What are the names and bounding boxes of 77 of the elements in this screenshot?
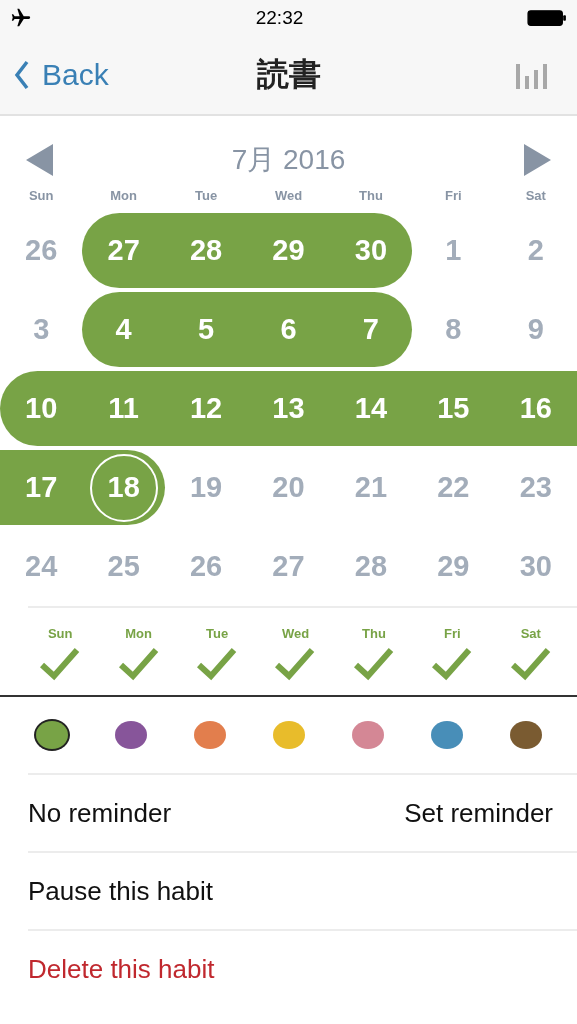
calendar-day[interactable]: 12 — [164, 371, 248, 446]
color-swatch[interactable] — [114, 721, 147, 749]
calendar-day[interactable]: 11 — [82, 371, 165, 446]
checkmark-icon[interactable] — [510, 647, 551, 681]
set-reminder-button[interactable]: Set reminder — [404, 797, 553, 829]
calendar-day[interactable]: 13 — [247, 371, 330, 446]
checkmark-icon[interactable] — [197, 647, 238, 681]
calendar-day[interactable]: 20 — [247, 450, 330, 525]
calendar-day[interactable]: 30 — [329, 213, 413, 288]
weekday-label: Fri — [444, 626, 461, 641]
calendar-day[interactable]: 27 — [247, 529, 330, 604]
checkmark-icon[interactable] — [353, 647, 394, 681]
calendar-day[interactable]: 8 — [412, 292, 495, 367]
weekday-label: Wed — [273, 188, 304, 203]
weekday-label: Tue — [194, 188, 219, 203]
calendar-day[interactable]: 26 — [0, 213, 83, 288]
calendar-day[interactable]: 28 — [329, 529, 413, 604]
calendar-day[interactable]: 18 — [82, 450, 165, 525]
calendar-day[interactable]: 26 — [164, 529, 248, 604]
color-swatch[interactable] — [35, 721, 68, 749]
battery-icon — [527, 9, 567, 27]
calendar-day[interactable]: 22 — [412, 450, 495, 525]
airplane-icon — [10, 7, 32, 29]
calendar-day[interactable]: 1 — [412, 213, 495, 288]
calendar-day[interactable]: 5 — [164, 292, 248, 367]
calendar-day[interactable]: 9 — [494, 292, 577, 367]
calendar-day[interactable]: 7 — [329, 292, 413, 367]
calendar-day[interactable]: 29 — [247, 213, 330, 288]
reminder-status: No reminder — [28, 797, 172, 829]
calendar-day[interactable]: 23 — [494, 450, 577, 525]
calendar-day[interactable]: 17 — [0, 450, 83, 525]
next-month-icon[interactable] — [523, 144, 551, 176]
weekday-label: Sun — [47, 626, 73, 641]
calendar-day[interactable]: 27 — [82, 213, 165, 288]
calendar-day[interactable]: 21 — [329, 450, 413, 525]
calendar-day[interactable]: 6 — [247, 292, 330, 367]
habit-action[interactable]: Pause this habit — [28, 875, 213, 907]
weekday-label: Mon — [125, 626, 152, 641]
calendar-day[interactable]: 24 — [0, 529, 83, 604]
weekday-label: Sun — [27, 188, 55, 203]
weekday-label: Wed — [281, 626, 310, 641]
calendar-day[interactable]: 4 — [82, 292, 165, 367]
weekday-label: Thu — [362, 626, 386, 641]
checkmark-icon[interactable] — [432, 647, 473, 681]
weekday-label: Mon — [109, 188, 138, 203]
calendar-day[interactable]: 15 — [412, 371, 495, 446]
back-button[interactable]: Back — [14, 58, 109, 92]
calendar-day[interactable]: 19 — [164, 450, 248, 525]
habit-action[interactable]: Delete this habit — [28, 953, 215, 985]
weekday-label: Fri — [444, 188, 463, 203]
month-title: 7月 2016 — [231, 143, 346, 177]
bar-chart-icon[interactable] — [515, 61, 549, 89]
color-swatch[interactable] — [509, 721, 542, 749]
weekday-label: Tue — [206, 626, 229, 641]
calendar-day[interactable]: 29 — [412, 529, 495, 604]
weekday-label: Sat — [520, 626, 541, 641]
weekday-label: Sat — [524, 188, 547, 203]
status-time: 22:32 — [255, 7, 304, 29]
chevron-left-icon — [14, 60, 30, 90]
color-swatch[interactable] — [351, 721, 384, 749]
nav-title: 読書 — [256, 55, 321, 94]
checkmark-icon[interactable] — [40, 647, 81, 681]
calendar-day[interactable]: 2 — [494, 213, 577, 288]
checkmark-icon[interactable] — [118, 647, 159, 681]
color-swatch[interactable] — [193, 721, 226, 749]
calendar-day[interactable]: 14 — [329, 371, 413, 446]
calendar-day[interactable]: 28 — [164, 213, 248, 288]
calendar-day[interactable]: 16 — [494, 371, 577, 446]
calendar-day[interactable]: 25 — [82, 529, 165, 604]
weekday-label: Thu — [358, 188, 384, 203]
calendar-day[interactable]: 3 — [0, 292, 83, 367]
calendar-day[interactable]: 10 — [0, 371, 83, 446]
checkmark-icon[interactable] — [275, 647, 316, 681]
color-swatch[interactable] — [430, 721, 463, 749]
color-swatch[interactable] — [272, 721, 305, 749]
calendar-day[interactable]: 30 — [494, 529, 577, 604]
previous-month-icon[interactable] — [26, 144, 54, 176]
